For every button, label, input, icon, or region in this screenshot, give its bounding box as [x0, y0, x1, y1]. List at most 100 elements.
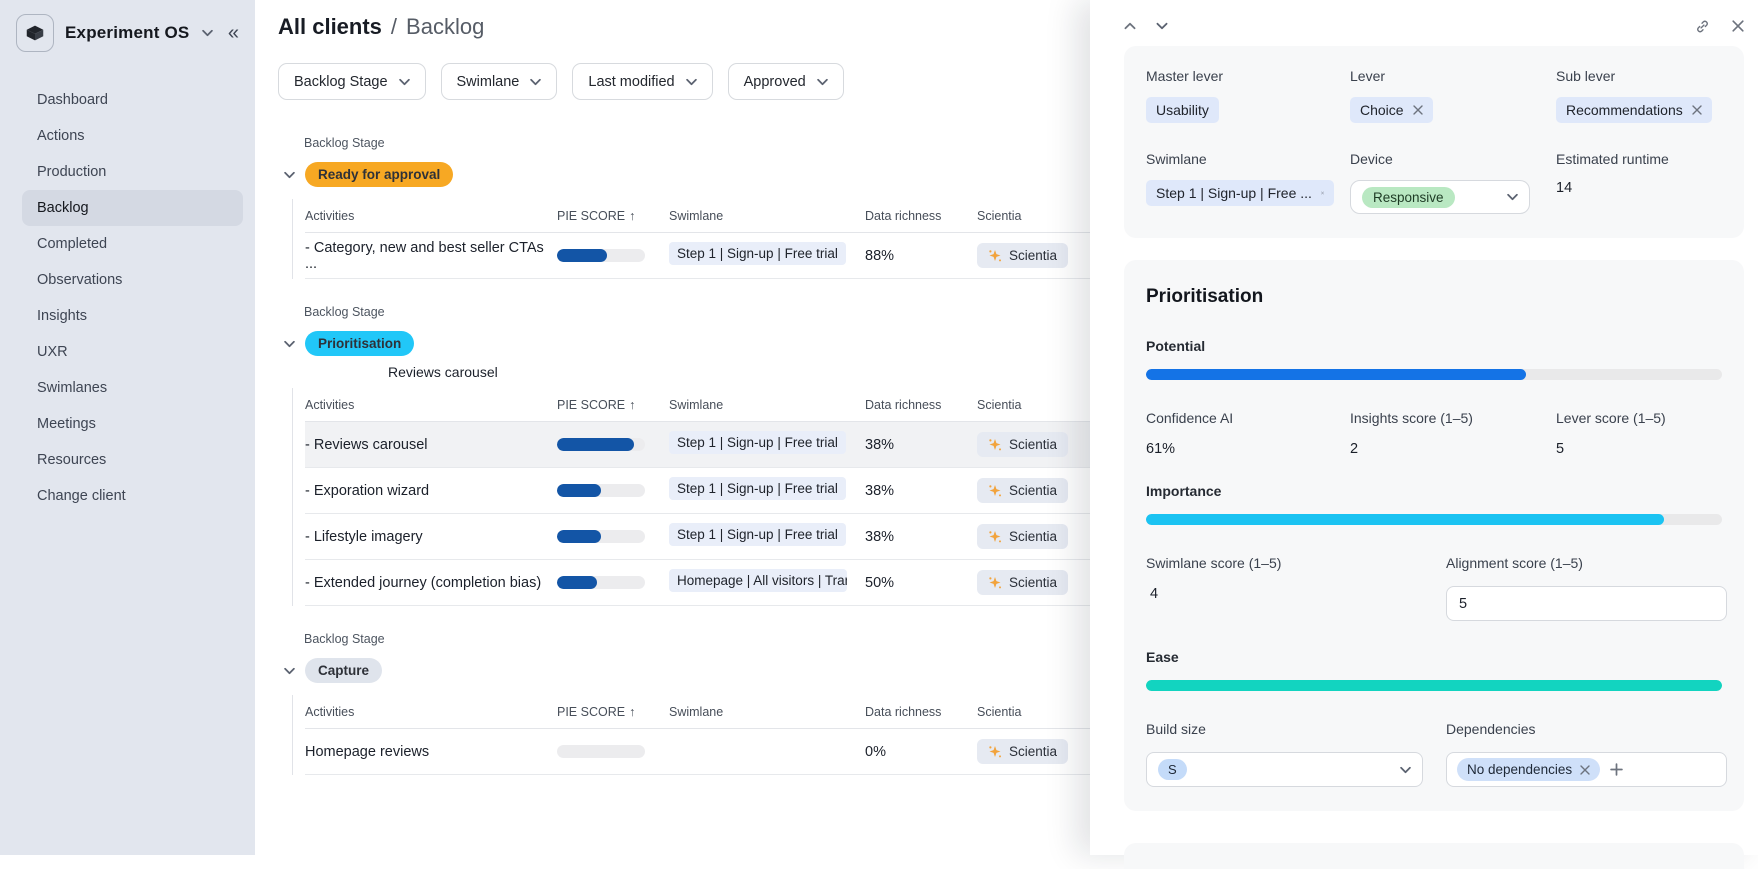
- sidebar-item-production[interactable]: Production: [22, 154, 243, 190]
- prioritisation-card: Prioritisation Potential Confidence AI 6…: [1124, 260, 1744, 811]
- lever-chip[interactable]: Choice: [1350, 97, 1433, 123]
- sidebar-item-insights[interactable]: Insights: [22, 298, 243, 334]
- sidebar-item-swimlanes[interactable]: Swimlanes: [22, 370, 243, 406]
- link-icon: [1695, 19, 1710, 34]
- sidebar-item-meetings[interactable]: Meetings: [22, 406, 243, 442]
- lever-score-label: Lever score (1–5): [1556, 410, 1722, 426]
- remove-x-icon[interactable]: [1321, 188, 1324, 198]
- group-prioritisation: Backlog Stage Prioritisation Reviews car…: [304, 305, 1104, 606]
- scientia-badge[interactable]: Scientia: [977, 432, 1068, 457]
- scientia-badge[interactable]: Scientia: [977, 524, 1068, 549]
- next-item-button[interactable]: [1156, 22, 1168, 30]
- table-row-selected[interactable]: - Reviews carousel Step 1 | Sign-up | Fr…: [305, 422, 1104, 468]
- app-title: Experiment OS: [65, 23, 189, 43]
- sidebar-item-change-client[interactable]: Change client: [22, 478, 243, 514]
- group-collapse-chevron-icon[interactable]: [284, 335, 295, 353]
- breadcrumb-all-clients[interactable]: All clients: [278, 14, 382, 40]
- filter-swimlane[interactable]: Swimlane: [441, 63, 558, 100]
- table-row[interactable]: Homepage reviews 0% Scientia: [305, 729, 1104, 775]
- remove-x-icon[interactable]: [1580, 765, 1590, 775]
- sidebar-nav: Dashboard Actions Production Backlog Com…: [16, 82, 243, 514]
- sidebar-item-actions[interactable]: Actions: [22, 118, 243, 154]
- master-lever-chip[interactable]: Usability: [1146, 97, 1219, 123]
- sidebar-item-completed[interactable]: Completed: [22, 226, 243, 262]
- col-activities: Activities: [305, 209, 557, 223]
- sidebar-item-backlog[interactable]: Backlog: [22, 190, 243, 226]
- col-scientia: Scientia: [977, 209, 1104, 223]
- prioritisation-title: Prioritisation: [1146, 286, 1722, 308]
- close-panel-button[interactable]: [1732, 20, 1744, 32]
- sidebar-header: Experiment OS «: [16, 14, 243, 52]
- sparkles-icon: [988, 438, 1002, 451]
- plus-icon: [1610, 763, 1623, 776]
- workspace-chevron-down-icon[interactable]: [202, 29, 213, 37]
- experiment-os-app: Experiment OS « Dashboard Actions Produc…: [0, 0, 1758, 855]
- prev-item-button[interactable]: [1124, 22, 1136, 30]
- drag-preview-label: Reviews carousel: [388, 364, 1104, 380]
- lever-label: Lever: [1350, 68, 1556, 84]
- chevron-down-icon: [817, 78, 828, 86]
- device-select[interactable]: Responsive: [1350, 180, 1530, 214]
- swimlane-chip: Step 1 | Sign-up | Free trial: [669, 477, 846, 500]
- group-collapse-chevron-icon[interactable]: [284, 662, 295, 680]
- chevron-down-icon: [1507, 193, 1518, 201]
- swimlane-chip: Step 1 | Sign-up | Free trial: [669, 523, 846, 546]
- sidebar-item-uxr[interactable]: UXR: [22, 334, 243, 370]
- chevron-down-icon: [1156, 22, 1168, 30]
- sub-lever-chip[interactable]: Recommendations: [1556, 97, 1712, 123]
- sort-asc-icon: ↑: [629, 209, 635, 223]
- pie-score-bar: [557, 530, 645, 543]
- col-scientia: Scientia: [977, 705, 1104, 719]
- scientia-badge[interactable]: Scientia: [977, 243, 1068, 268]
- table-row[interactable]: - Category, new and best seller CTAs ...…: [305, 233, 1104, 279]
- stage-badge[interactable]: Ready for approval: [305, 162, 453, 187]
- lever-score-value: 5: [1556, 441, 1722, 457]
- filter-backlog-stage[interactable]: Backlog Stage: [278, 63, 426, 100]
- table-row[interactable]: - Lifestyle imagery Step 1 | Sign-up | F…: [305, 514, 1104, 560]
- scientia-badge[interactable]: Scientia: [977, 478, 1068, 503]
- col-swimlane: Swimlane: [669, 398, 865, 412]
- col-pie-score[interactable]: PIE SCORE↑: [557, 209, 669, 223]
- filter-label: Backlog Stage: [294, 74, 388, 90]
- col-pie-score[interactable]: PIE SCORE↑: [557, 705, 669, 719]
- swimlane-chip: Step 1 | Sign-up | Free trial: [669, 431, 846, 454]
- sidebar-item-observations[interactable]: Observations: [22, 262, 243, 298]
- breadcrumb-separator: /: [391, 14, 397, 40]
- alignment-score-label: Alignment score (1–5): [1446, 555, 1727, 571]
- stage-badge[interactable]: Capture: [305, 658, 382, 683]
- activity-label: Homepage reviews: [305, 744, 557, 760]
- pie-score-bar: [557, 745, 645, 758]
- table-header: Activities PIE SCORE↑ Swimlane Data rich…: [305, 695, 1104, 729]
- table-row[interactable]: - Exporation wizard Step 1 | Sign-up | F…: [305, 468, 1104, 514]
- dependencies-field[interactable]: No dependencies: [1446, 752, 1727, 787]
- scientia-badge[interactable]: Scientia: [977, 739, 1068, 764]
- col-pie-score[interactable]: PIE SCORE↑: [557, 398, 669, 412]
- alignment-score-input[interactable]: [1446, 586, 1727, 621]
- add-dependency-button[interactable]: [1610, 763, 1623, 776]
- stage-badge[interactable]: Prioritisation: [305, 331, 414, 356]
- insights-score-value: 2: [1350, 441, 1556, 457]
- col-swimlane: Swimlane: [669, 209, 865, 223]
- sidebar-collapse-icon[interactable]: «: [228, 23, 243, 43]
- sparkles-icon: [988, 530, 1002, 543]
- sidebar-item-dashboard[interactable]: Dashboard: [22, 82, 243, 118]
- device-value-pill: Responsive: [1362, 187, 1455, 208]
- scientia-badge[interactable]: Scientia: [977, 570, 1068, 595]
- copy-link-button[interactable]: [1695, 19, 1710, 34]
- stage-label: Backlog Stage: [304, 136, 1104, 150]
- filter-last-modified[interactable]: Last modified: [572, 63, 712, 100]
- col-activities: Activities: [305, 398, 557, 412]
- pie-score-bar: [557, 576, 645, 589]
- swimlane-chip[interactable]: Step 1 | Sign-up | Free ...: [1146, 180, 1334, 206]
- remove-x-icon[interactable]: [1692, 105, 1702, 115]
- col-activities: Activities: [305, 705, 557, 719]
- remove-x-icon[interactable]: [1413, 105, 1423, 115]
- next-section-card: [1124, 843, 1744, 869]
- filter-approved[interactable]: Approved: [728, 63, 844, 100]
- group-collapse-chevron-icon[interactable]: [284, 166, 295, 184]
- dependency-chip[interactable]: No dependencies: [1457, 758, 1600, 781]
- build-size-select[interactable]: S: [1146, 752, 1423, 787]
- col-data-richness: Data richness: [865, 398, 977, 412]
- sidebar-item-resources[interactable]: Resources: [22, 442, 243, 478]
- table-row[interactable]: - Extended journey (completion bias) Hom…: [305, 560, 1104, 606]
